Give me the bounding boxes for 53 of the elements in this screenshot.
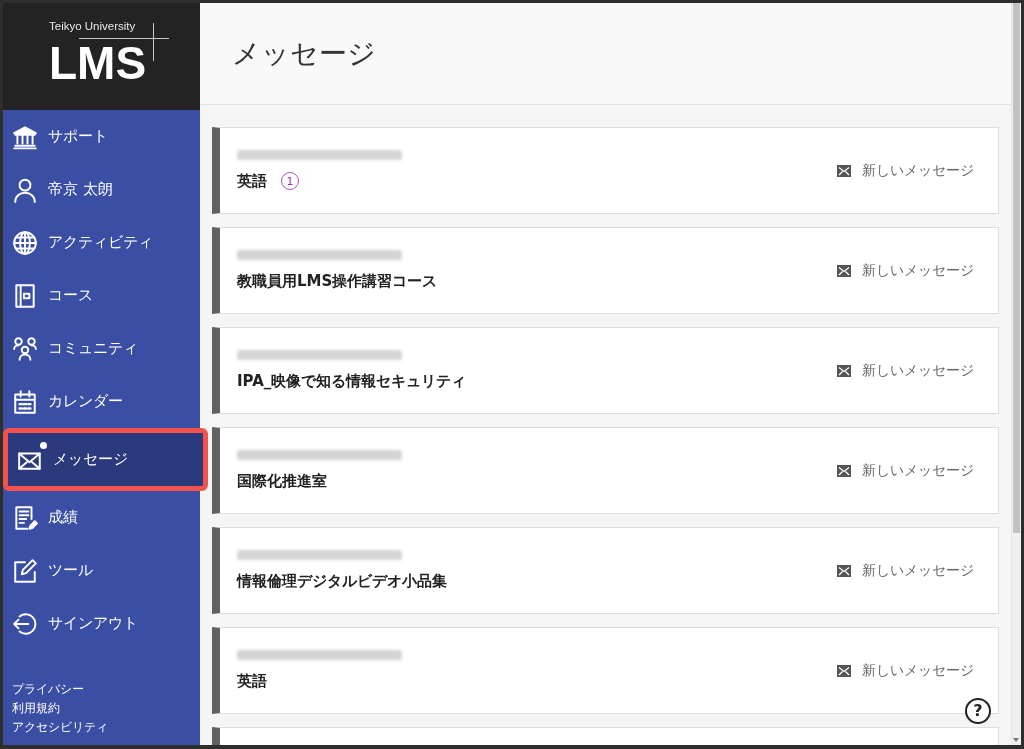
envelope-icon bbox=[837, 264, 851, 277]
scrollbar-thumb[interactable] bbox=[1013, 3, 1020, 533]
sidebar-item[interactable]: ツール bbox=[3, 544, 200, 597]
footer-link[interactable]: プライバシー bbox=[12, 680, 84, 699]
new-message-link[interactable]: 新しいメッセージ bbox=[837, 261, 974, 280]
person-icon bbox=[12, 176, 38, 203]
envelope-icon bbox=[837, 364, 851, 377]
new-message-link[interactable]: 新しいメッセージ bbox=[837, 161, 974, 180]
calendar-icon bbox=[12, 388, 38, 415]
book-icon bbox=[12, 282, 38, 309]
new-message-link[interactable]: 新しいメッセージ bbox=[837, 361, 974, 380]
course-title: 教職員用LMS操作講習コース bbox=[237, 271, 438, 291]
sidebar-item[interactable]: コミュニティ bbox=[3, 322, 200, 375]
bank-icon bbox=[12, 123, 38, 150]
sidebar-item[interactable]: サインアウト bbox=[3, 597, 200, 650]
footer-link[interactable]: 利用規約 bbox=[12, 699, 60, 718]
new-message-link[interactable]: 新しいメッセージ bbox=[837, 561, 974, 580]
course-card[interactable]: 国際化推進室 新しいメッセージ bbox=[212, 427, 999, 514]
sidebar-item[interactable]: コース bbox=[3, 269, 200, 322]
envelope-icon bbox=[837, 464, 851, 477]
sign-out-icon bbox=[12, 610, 38, 637]
course-title: 英語 bbox=[237, 171, 267, 191]
course-card[interactable]: 英語 1 新しいメッセージ bbox=[212, 127, 999, 214]
course-title: 英語 bbox=[237, 671, 267, 691]
logo-product-text: LMS bbox=[49, 41, 147, 85]
sidebar-item[interactable]: メッセージ bbox=[3, 428, 208, 491]
document-pencil-icon bbox=[12, 504, 38, 531]
sidebar-item[interactable]: 成績 bbox=[3, 491, 200, 544]
scrollbar-track[interactable] bbox=[1011, 3, 1021, 745]
logo-university-text: Teikyo University bbox=[49, 19, 136, 33]
people-icon bbox=[12, 335, 38, 362]
sidebar-item[interactable]: サポート bbox=[3, 110, 200, 163]
course-title: 国際化推進室 bbox=[237, 471, 327, 491]
course-card[interactable]: IPA_映像で知る情報セキュリティ 新しいメッセージ bbox=[212, 327, 999, 414]
page-title: メッセージ bbox=[232, 35, 376, 72]
course-title: 情報倫理デジタルビデオ小品集 bbox=[237, 571, 447, 591]
sidebar-item[interactable]: 帝京 太朗 bbox=[3, 163, 200, 216]
globe-icon bbox=[12, 229, 38, 256]
new-message-link[interactable]: 新しいメッセージ bbox=[837, 461, 974, 480]
envelope-icon bbox=[837, 564, 851, 577]
course-title: IPA_映像で知る情報セキュリティ bbox=[237, 371, 467, 391]
envelope-icon bbox=[837, 164, 851, 177]
pencil-square-icon bbox=[12, 557, 38, 584]
envelope-icon bbox=[837, 664, 851, 677]
scroll-down-icon[interactable] bbox=[1013, 738, 1019, 742]
course-card[interactable] bbox=[212, 727, 999, 745]
course-card[interactable]: 教職員用LMS操作講習コース 新しいメッセージ bbox=[212, 227, 999, 314]
help-button[interactable]: ? bbox=[965, 698, 991, 724]
sidebar-item[interactable]: アクティビティ bbox=[3, 216, 200, 269]
new-message-link[interactable]: 新しいメッセージ bbox=[837, 661, 974, 680]
sidebar-item[interactable]: カレンダー bbox=[3, 375, 200, 428]
footer-link[interactable]: アクセシビリティ bbox=[12, 718, 108, 737]
course-card[interactable]: 情報倫理デジタルビデオ小品集 新しいメッセージ bbox=[212, 527, 999, 614]
